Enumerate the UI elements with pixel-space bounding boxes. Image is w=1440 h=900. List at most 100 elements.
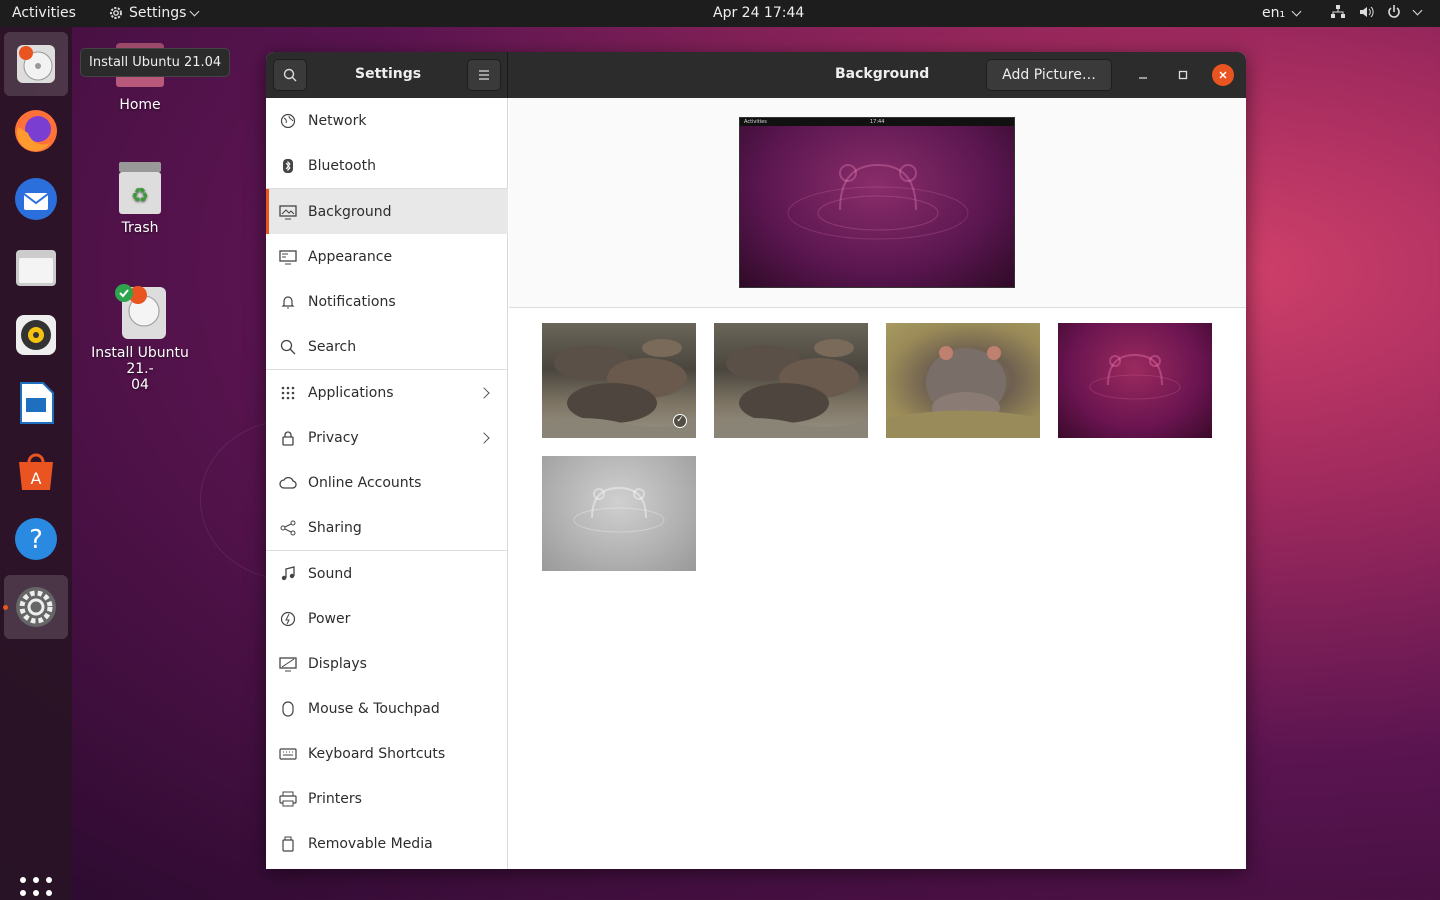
sidebar-item-label: Mouse & Touchpad xyxy=(308,700,440,717)
dock-install-ubuntu[interactable] xyxy=(4,32,68,96)
dock-firefox[interactable] xyxy=(4,99,68,163)
selected-check-icon: ✓ xyxy=(673,414,687,428)
close-button[interactable] xyxy=(1212,64,1234,86)
input-source-label: en₁ xyxy=(1262,5,1286,21)
sidebar-item-label: Keyboard Shortcuts xyxy=(308,745,446,762)
system-tray[interactable] xyxy=(1330,4,1423,20)
sidebar-item-label: Background xyxy=(308,203,392,220)
activities-button[interactable]: Activities xyxy=(12,5,76,21)
hippo-mascot-illustration xyxy=(787,163,969,240)
apps-icon xyxy=(279,384,297,402)
wallpaper-thumb-hippo-gray[interactable] xyxy=(542,456,696,571)
sidebar-item-label: Appearance xyxy=(308,248,393,265)
software-store-icon: A xyxy=(19,453,53,490)
sidebar-title: Settings xyxy=(355,66,422,82)
maximize-icon xyxy=(1178,70,1188,80)
search-button[interactable] xyxy=(273,59,307,91)
header-bar: Settings Background Add Picture… xyxy=(266,52,1246,98)
sidebar-item-applications[interactable]: Applications xyxy=(266,370,508,415)
input-source-menu[interactable]: en₁ xyxy=(1262,5,1302,21)
settings-sidebar: Network Bluetooth Background Appearance … xyxy=(266,98,508,869)
help-icon: ? xyxy=(15,518,57,560)
sidebar-item-label: Printers xyxy=(308,790,362,807)
sidebar-item-privacy[interactable]: Privacy xyxy=(266,415,508,460)
settings-gear-icon xyxy=(16,587,56,627)
hamburger-icon xyxy=(479,70,489,80)
dock-thunderbird[interactable] xyxy=(4,167,68,231)
desktop-trash[interactable]: ♻ Trash xyxy=(80,160,200,236)
bell-icon xyxy=(279,293,297,311)
sidebar-item-sound[interactable]: Sound xyxy=(266,551,508,596)
network-wired-icon xyxy=(1331,5,1345,18)
files-icon xyxy=(16,250,56,286)
page-title: Background xyxy=(835,66,930,82)
dock-tooltip: Install Ubuntu 21.04 xyxy=(80,48,231,77)
sidebar-item-sharing[interactable]: Sharing xyxy=(266,505,508,550)
hippo-mascot-illustration xyxy=(573,486,665,533)
sidebar-item-label: Notifications xyxy=(308,293,396,310)
sidebar-item-label: Search xyxy=(308,338,357,355)
app-menu[interactable]: Settings xyxy=(108,5,200,21)
clock[interactable]: Apr 24 17:44 xyxy=(713,5,804,21)
desktop-install-label-1: Install Ubuntu 21.- xyxy=(91,345,189,377)
running-indicator xyxy=(3,605,8,610)
dock-software[interactable]: A xyxy=(4,439,68,503)
svg-text:?: ? xyxy=(29,525,43,555)
keyboard-icon xyxy=(279,745,297,763)
sidebar-item-displays[interactable]: Displays xyxy=(266,641,508,686)
gear-icon xyxy=(110,7,122,19)
network-icon xyxy=(279,112,297,130)
show-applications-button[interactable] xyxy=(20,877,52,900)
sidebar-item-keyboard[interactable]: Keyboard Shortcuts xyxy=(266,731,508,776)
current-background-preview: Activities 17:44 xyxy=(739,117,1015,288)
chevron-down-icon xyxy=(1412,5,1423,15)
hippo-mascot-illustration xyxy=(1089,353,1181,400)
sidebar-item-appearance[interactable]: Appearance xyxy=(266,234,508,279)
sidebar-item-bluetooth[interactable]: Bluetooth xyxy=(266,143,508,188)
dock-files[interactable] xyxy=(4,235,68,299)
sidebar-item-search[interactable]: Search xyxy=(266,324,508,369)
desktop-install-ubuntu[interactable]: Install Ubuntu 21.- 04 xyxy=(80,283,200,393)
sidebar-item-label: Applications xyxy=(308,384,394,401)
sidebar-item-online-accounts[interactable]: Online Accounts xyxy=(266,460,508,505)
sidebar-item-printers[interactable]: Printers xyxy=(266,776,508,821)
wallpaper-thumb-hippos-2[interactable] xyxy=(714,323,868,438)
display-icon xyxy=(279,655,297,673)
maximize-button[interactable] xyxy=(1172,64,1194,86)
sidebar-item-removable-media[interactable]: Removable Media xyxy=(266,821,508,866)
dock-help[interactable]: ? xyxy=(4,507,68,571)
chevron-down-icon xyxy=(1291,6,1302,16)
sidebar-item-mouse[interactable]: Mouse & Touchpad xyxy=(266,686,508,731)
primary-menu-button[interactable] xyxy=(467,59,501,91)
appearance-icon xyxy=(279,248,297,266)
lock-icon xyxy=(279,429,297,447)
dock-rhythmbox[interactable] xyxy=(4,303,68,367)
sidebar-item-label: Power xyxy=(308,610,351,627)
wallpaper-thumb-hippo-purple[interactable] xyxy=(1058,323,1212,438)
sidebar-item-label: Sound xyxy=(308,565,353,582)
sidebar-item-label: Network xyxy=(308,112,367,129)
chevron-right-icon xyxy=(478,386,490,399)
firefox-icon xyxy=(15,110,57,152)
sidebar-item-notifications[interactable]: Notifications xyxy=(266,279,508,324)
sidebar-item-label: Displays xyxy=(308,655,367,672)
wallpaper-thumb-hippo-single[interactable] xyxy=(886,323,1040,438)
trash-icon: ♻ xyxy=(119,162,161,214)
sidebar-item-network[interactable]: Network xyxy=(266,98,508,143)
app-menu-label: Settings xyxy=(129,5,187,21)
dock-writer[interactable] xyxy=(4,371,68,435)
desktop-install-label-2: 04 xyxy=(131,377,149,393)
search-icon xyxy=(283,68,297,82)
hippo-head-image xyxy=(886,346,1040,438)
sidebar-item-power[interactable]: Power xyxy=(266,596,508,641)
dock-settings[interactable] xyxy=(4,575,68,639)
installer-disc-icon xyxy=(17,45,55,83)
hippo-group-image xyxy=(714,339,868,438)
add-picture-button[interactable]: Add Picture… xyxy=(986,59,1112,91)
background-page: Activities 17:44 ✓ xyxy=(509,98,1246,869)
minimize-button[interactable] xyxy=(1132,64,1154,86)
sidebar-item-background[interactable]: Background xyxy=(266,189,508,234)
wallpaper-thumb-hippos-1[interactable]: ✓ xyxy=(542,323,696,438)
settings-window: Settings Background Add Picture… Network… xyxy=(266,52,1246,869)
mouse-icon xyxy=(279,700,297,718)
